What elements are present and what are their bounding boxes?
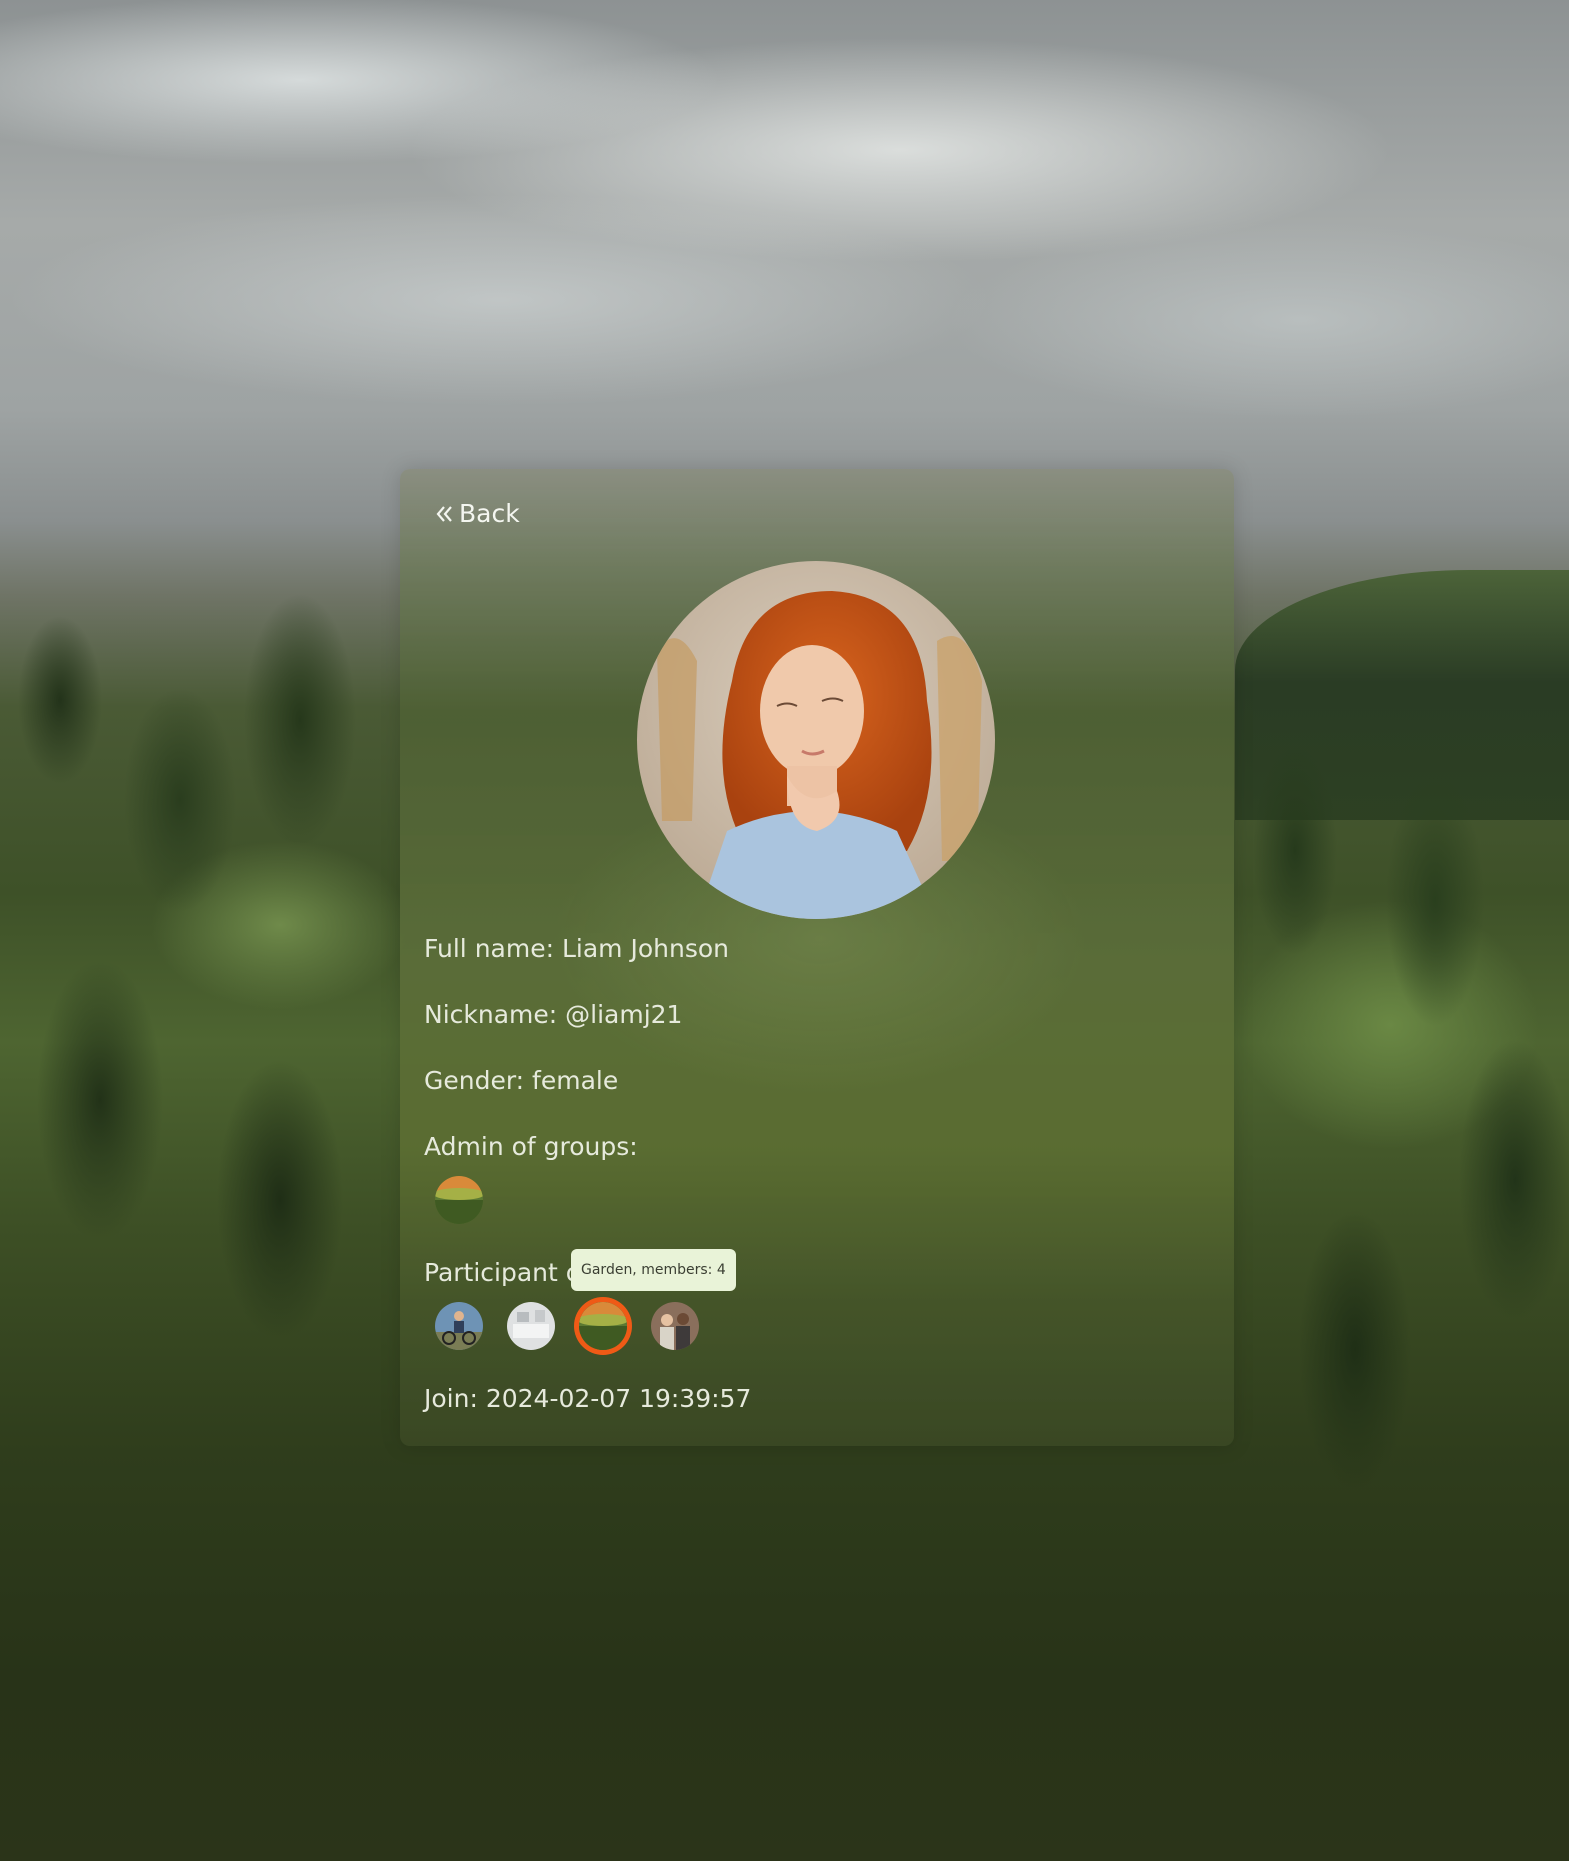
admin-groups-heading: Admin of groups: xyxy=(424,1132,638,1161)
gender-text: Gender: female xyxy=(424,1066,619,1095)
join-date-text: Join: 2024-02-07 19:39:57 xyxy=(424,1384,752,1413)
cycling-group-avatar[interactable] xyxy=(435,1302,483,1350)
profile-card: Back Full name: Liam Johnson Nickname: @… xyxy=(400,469,1234,1446)
garden-group-avatar[interactable] xyxy=(435,1176,483,1224)
full-name-text: Full name: Liam Johnson xyxy=(424,934,729,963)
back-label: Back xyxy=(459,499,520,528)
double-chevron-left-icon xyxy=(435,504,455,524)
participant-groups-list xyxy=(435,1302,723,1350)
back-button[interactable]: Back xyxy=(435,499,520,528)
profile-avatar xyxy=(637,561,995,919)
nickname-text: Nickname: @liamj21 xyxy=(424,1000,683,1029)
admin-groups-list xyxy=(435,1176,507,1224)
background-forest xyxy=(1235,700,1569,1861)
interior-group-avatar[interactable] xyxy=(507,1302,555,1350)
people-group-avatar[interactable] xyxy=(651,1302,699,1350)
background-forest xyxy=(0,500,400,1861)
group-tooltip: Garden, members: 4 xyxy=(571,1249,736,1291)
garden-group-avatar[interactable] xyxy=(579,1302,627,1350)
